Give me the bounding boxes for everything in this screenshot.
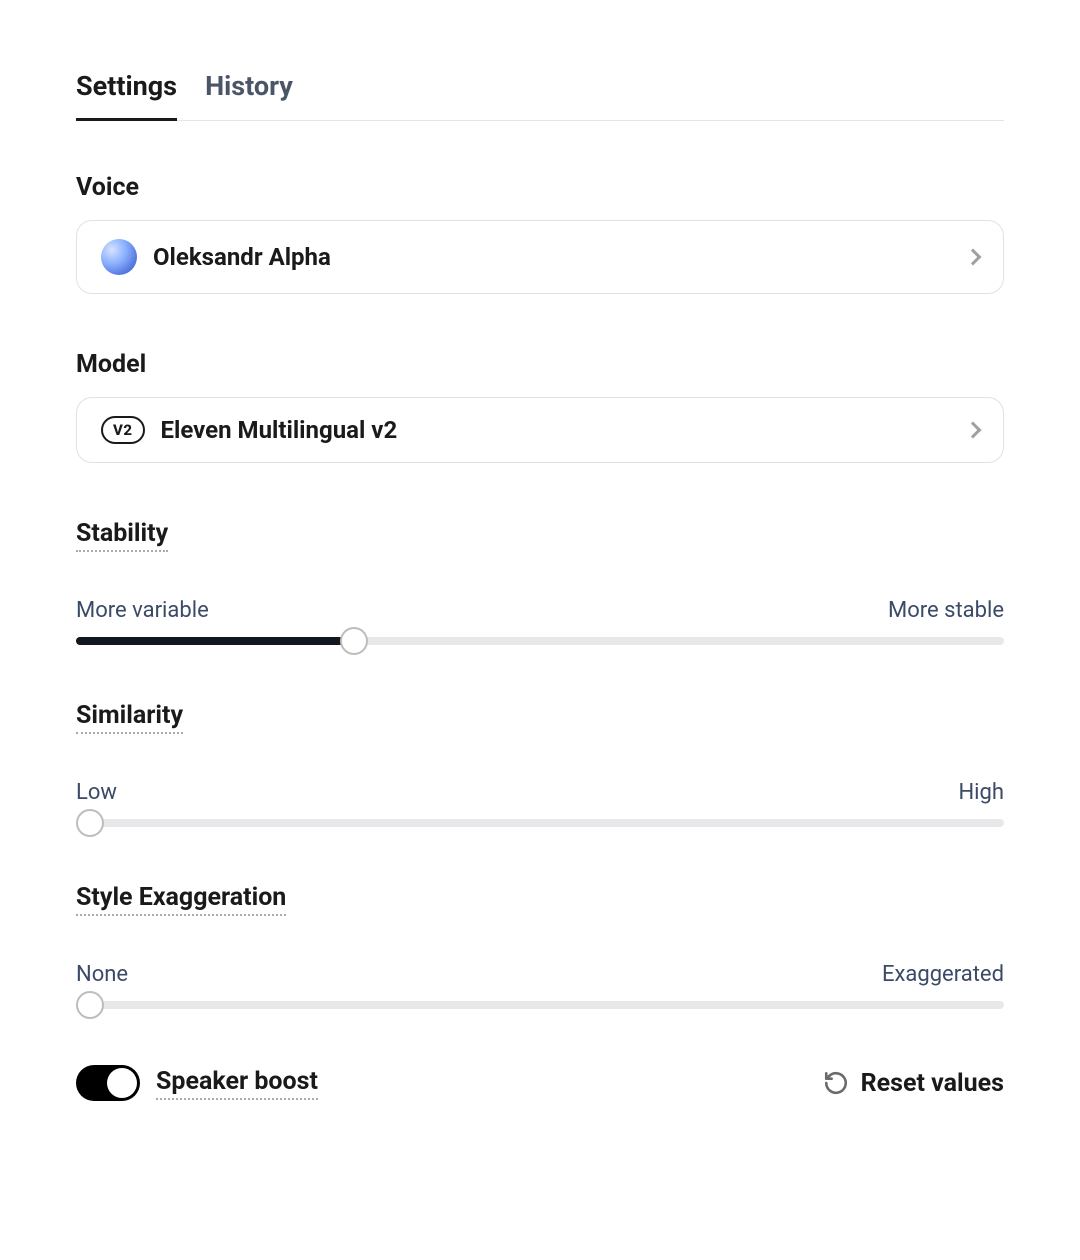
- style-slider[interactable]: [76, 1001, 1004, 1009]
- speaker-boost-toggle[interactable]: [76, 1065, 140, 1101]
- chevron-right-icon: [965, 249, 982, 266]
- style-min-label: None: [76, 962, 128, 987]
- model-section: Model V2 Eleven Multilingual v2: [76, 350, 1004, 463]
- stability-label: Stability: [76, 519, 168, 552]
- stability-min-label: More variable: [76, 598, 209, 623]
- reset-button[interactable]: Reset values: [823, 1069, 1004, 1098]
- similarity-min-label: Low: [76, 780, 117, 805]
- tab-settings[interactable]: Settings: [76, 70, 177, 121]
- style-max-label: Exaggerated: [882, 962, 1004, 987]
- style-thumb[interactable]: [76, 991, 104, 1019]
- similarity-slider[interactable]: [76, 819, 1004, 827]
- speaker-boost-label: Speaker boost: [156, 1067, 318, 1100]
- similarity-label: Similarity: [76, 701, 183, 734]
- similarity-max-label: High: [958, 780, 1004, 805]
- similarity-section: Similarity Low High: [76, 701, 1004, 827]
- stability-fill: [76, 637, 354, 645]
- stability-thumb[interactable]: [340, 627, 368, 655]
- model-label: Model: [76, 350, 1004, 379]
- chevron-right-icon: [965, 422, 982, 439]
- style-label: Style Exaggeration: [76, 883, 286, 916]
- tab-history[interactable]: History: [205, 70, 293, 121]
- bottom-row: Speaker boost Reset values: [76, 1065, 1004, 1101]
- reset-label: Reset values: [861, 1069, 1004, 1098]
- version-badge: V2: [101, 416, 145, 444]
- style-section: Style Exaggeration None Exaggerated: [76, 883, 1004, 1009]
- tabs-bar: Settings History: [76, 70, 1004, 121]
- speaker-boost-group: Speaker boost: [76, 1065, 318, 1101]
- voice-selected-text: Oleksandr Alpha: [153, 243, 331, 271]
- similarity-thumb[interactable]: [76, 809, 104, 837]
- voice-avatar-icon: [101, 239, 137, 275]
- toggle-knob: [107, 1068, 137, 1098]
- stability-max-label: More stable: [888, 598, 1004, 623]
- model-selected-text: Eleven Multilingual v2: [161, 416, 398, 444]
- voice-section: Voice Oleksandr Alpha: [76, 173, 1004, 294]
- model-select[interactable]: V2 Eleven Multilingual v2: [76, 397, 1004, 463]
- voice-label: Voice: [76, 173, 1004, 202]
- stability-section: Stability More variable More stable: [76, 519, 1004, 645]
- reset-icon: [823, 1070, 849, 1096]
- stability-slider[interactable]: [76, 637, 1004, 645]
- voice-select[interactable]: Oleksandr Alpha: [76, 220, 1004, 294]
